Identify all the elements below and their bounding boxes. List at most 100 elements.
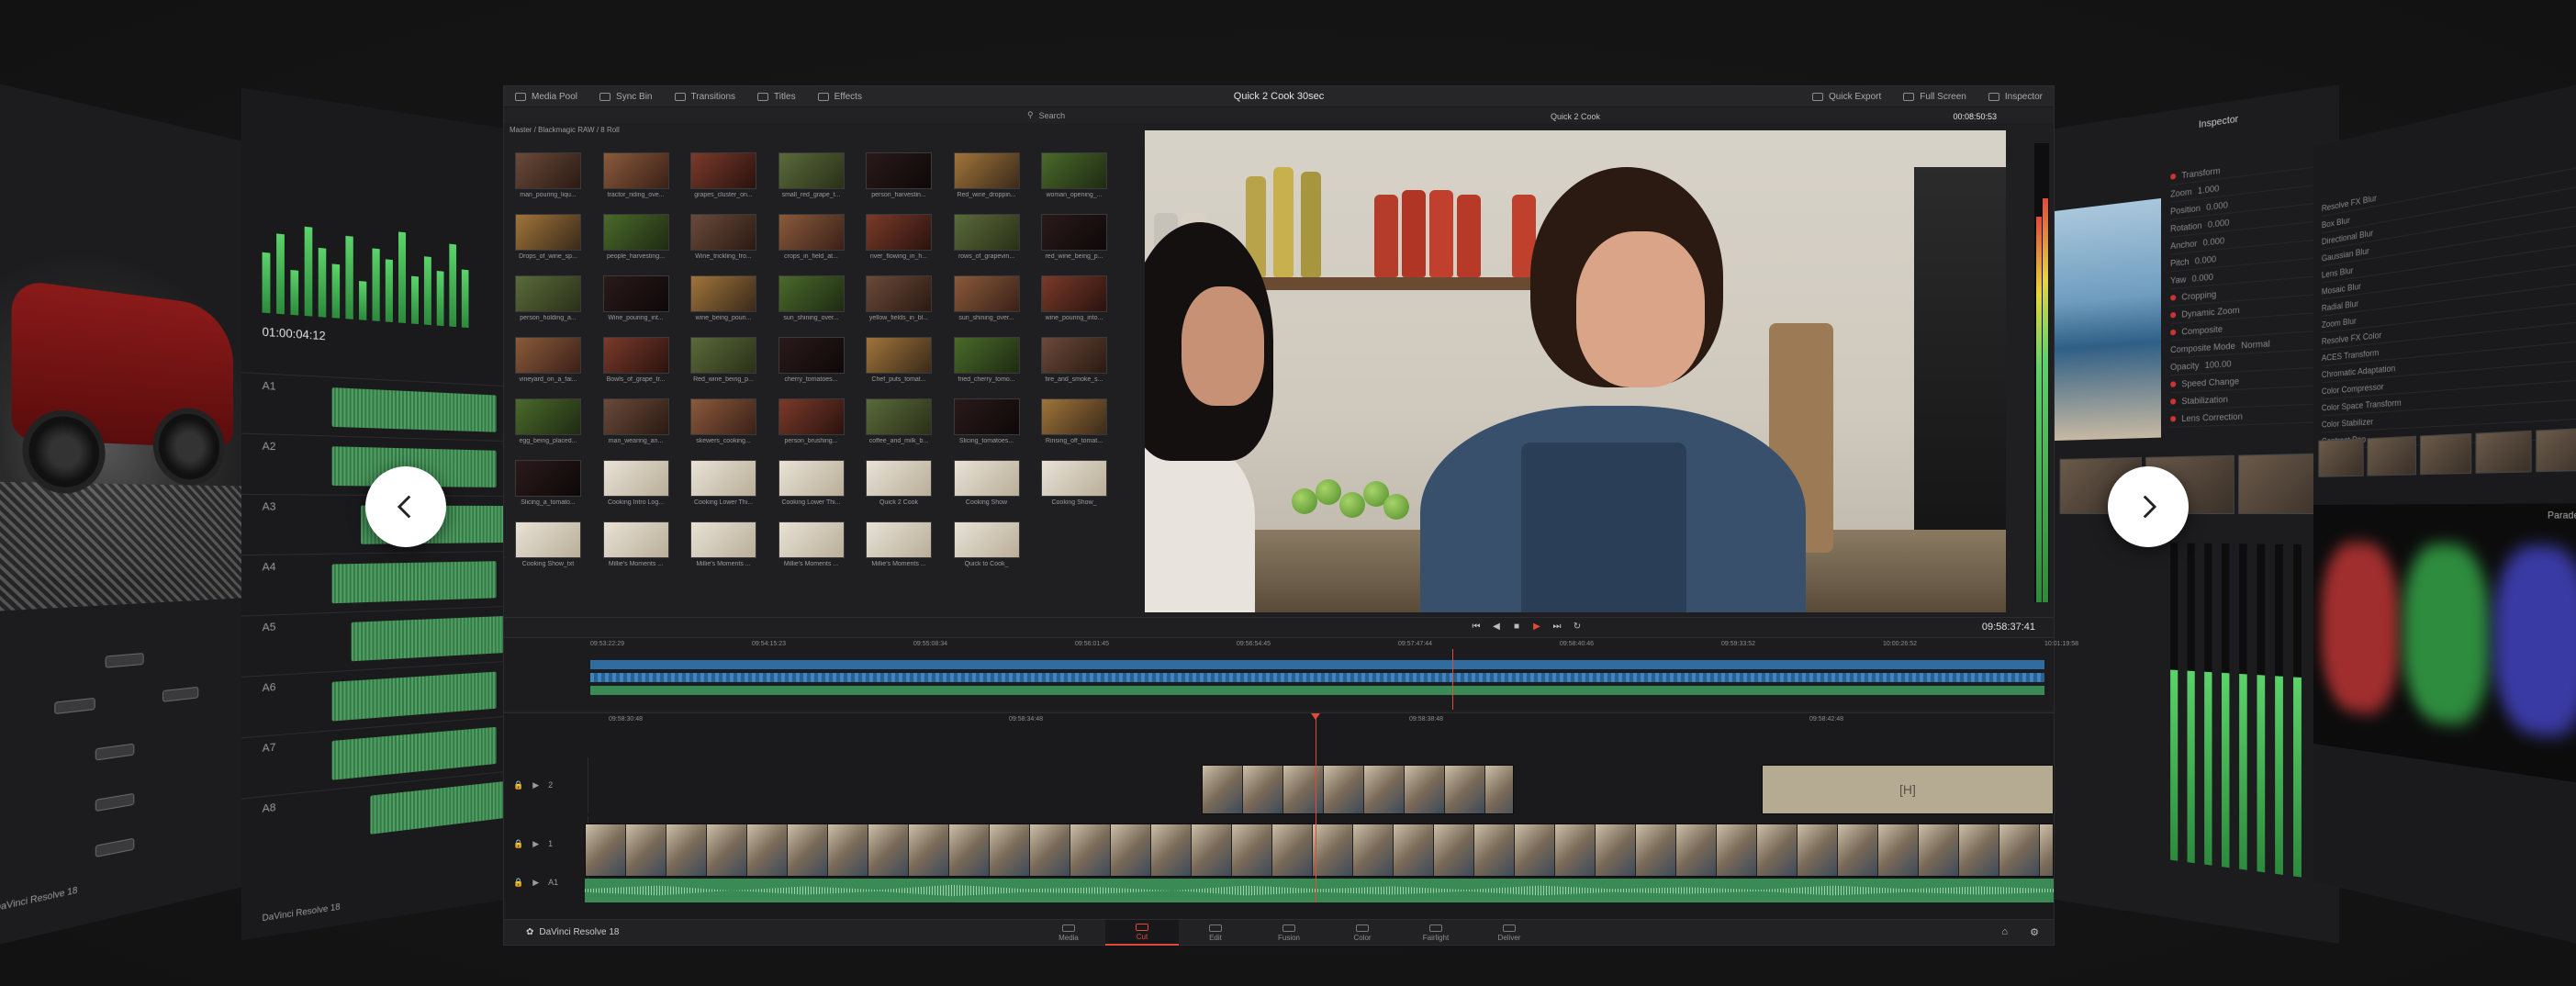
audio-icon[interactable]: ▶ — [532, 839, 539, 849]
fusion-node[interactable] — [95, 838, 135, 857]
audio-track[interactable]: A1 — [241, 372, 505, 441]
media-pool-clip[interactable]: Red_wine_droppin... — [954, 152, 1020, 198]
home-icon[interactable]: ⌂ — [2001, 926, 2008, 937]
title-clip-v2[interactable]: [H] — [1762, 765, 2054, 814]
media-pool-clip[interactable]: Rinsing_off_tomat... — [1041, 398, 1107, 444]
node-graph[interactable] — [22, 627, 233, 897]
media-pool-clip[interactable]: people_harvesting... — [603, 214, 669, 260]
fullscreen-button[interactable]: Full Screen — [1892, 86, 1977, 106]
reverse-play-button[interactable]: ◀ — [1490, 621, 1503, 633]
media-pool-clip[interactable]: person_harvestin... — [866, 152, 932, 198]
media-pool-clip[interactable]: person_brushing... — [778, 398, 845, 444]
media-pool-clip[interactable]: Slicing_a_tomato... — [515, 460, 581, 506]
page-tab-edit[interactable]: Edit — [1179, 920, 1252, 946]
media-pool-clip[interactable]: Quick to Cook_ — [954, 521, 1020, 567]
media-pool-clip[interactable]: Cooking Intro Log... — [603, 460, 669, 506]
go-to-start-button[interactable]: ⏮ — [1470, 621, 1483, 633]
fusion-node[interactable] — [54, 698, 95, 714]
page-tab-media[interactable]: Media — [1032, 920, 1105, 946]
fusion-node[interactable] — [106, 653, 144, 668]
next-slide-button[interactable] — [2108, 466, 2189, 547]
upper-timeline[interactable]: 09:53:22:29 09:54:15:23 09:55:08:34 09:56:0… — [504, 637, 2054, 711]
media-pool-clip[interactable]: cherry_tomatoes... — [778, 337, 845, 383]
page-tab-color[interactable]: Color — [1326, 920, 1399, 946]
media-pool-clip[interactable]: river_flowing_in_h... — [866, 214, 932, 260]
media-pool-clip[interactable]: coffee_and_milk_b... — [866, 398, 932, 444]
media-pool-clip[interactable]: fire_and_smoke_s... — [1041, 337, 1107, 383]
media-pool-clip[interactable]: Wine_trickling_fro... — [690, 214, 756, 260]
settings-gear-icon[interactable]: ⚙ — [2030, 926, 2039, 938]
track-header-v2[interactable]: 🔒 ▶ 2 — [504, 757, 588, 812]
media-pool-clip[interactable]: crops_in_field_at... — [778, 214, 845, 260]
upper-video-track-2[interactable] — [590, 660, 2044, 669]
media-pool-clip[interactable]: Chef_puts_tomat... — [866, 337, 932, 383]
media-pool-clip[interactable]: skewers_cooking... — [690, 398, 756, 444]
media-pool-clip[interactable]: Drops_of_wine_sp... — [515, 214, 581, 260]
media-pool-clip[interactable]: small_red_grape_t... — [778, 152, 845, 198]
media-pool-clip[interactable]: man_wearing_an... — [603, 398, 669, 444]
lower-timeline[interactable]: 09:58:30:48 09:58:34:48 09:58:38:48 09:58:4… — [504, 712, 2054, 919]
effects-button[interactable]: Effects — [807, 86, 873, 106]
media-pool-clip[interactable]: Bowls_of_grape_tr... — [603, 337, 669, 383]
export-button[interactable]: Quick Export — [1801, 86, 1892, 106]
upper-video-track-1[interactable] — [590, 673, 2044, 682]
inspector-button[interactable]: Inspector — [1977, 86, 2054, 106]
media-pool-clip[interactable]: Wine_pouring_int... — [603, 275, 669, 321]
media-pool-clip[interactable]: Quick 2 Cook — [866, 460, 932, 506]
audio-clip-a1[interactable] — [585, 879, 2054, 902]
sync-bin-button[interactable]: Sync Bin — [588, 86, 663, 106]
media-pool-clip[interactable]: Millie's Moments ... — [690, 521, 756, 567]
media-pool-clip[interactable]: rows_of_grapevin... — [954, 214, 1020, 260]
fusion-node[interactable] — [95, 744, 135, 761]
play-button[interactable]: ▶ — [1530, 621, 1543, 633]
media-pool-clip[interactable]: woman_opening_... — [1041, 152, 1107, 198]
effects-library-list[interactable]: Resolve FX Blur Box Blur Directional Blu… — [2322, 149, 2576, 450]
media-pool-clip[interactable]: egg_being_placed... — [515, 398, 581, 444]
media-pool-clip[interactable]: Millie's Moments ... — [778, 521, 845, 567]
stop-button[interactable]: ■ — [1510, 621, 1523, 633]
track-header-a1[interactable]: 🔒 ▶ A1 — [504, 871, 588, 893]
upper-audio-track[interactable] — [590, 686, 2044, 695]
video-clip-v2[interactable] — [1202, 765, 1514, 814]
audio-track[interactable]: A4 — [241, 551, 505, 616]
page-tab-fusion[interactable]: Fusion — [1252, 920, 1326, 946]
previous-slide-button[interactable] — [365, 466, 446, 547]
media-pool-clip[interactable]: Cooking Show_ — [1041, 460, 1107, 506]
media-pool-clip[interactable]: sun_shining_over... — [778, 275, 845, 321]
page-tab-deliver[interactable]: Deliver — [1473, 920, 1546, 946]
media-pool-clip[interactable]: Slicing_tomatoes... — [954, 398, 1020, 444]
fusion-node[interactable] — [162, 687, 198, 702]
media-pool-clip[interactable]: vineyard_on_a_fai... — [515, 337, 581, 383]
media-pool-clip[interactable]: Millie's Moments ... — [866, 521, 932, 567]
titles-button[interactable]: Titles — [746, 86, 807, 106]
lock-icon[interactable]: 🔒 — [513, 780, 523, 790]
media-pool-button[interactable]: Media Pool — [504, 86, 588, 106]
media-pool-clip[interactable]: man_pouring_liqu... — [515, 152, 581, 198]
loop-button[interactable]: ↻ — [1571, 621, 1584, 633]
media-pool-clip[interactable]: yellow_fields_in_bl... — [866, 275, 932, 321]
audio-icon[interactable]: ▶ — [532, 780, 539, 790]
fusion-node[interactable] — [95, 793, 135, 812]
media-pool-clip[interactable]: wine_pouring_into... — [1041, 275, 1107, 321]
go-to-end-button[interactable]: ⏭ — [1551, 621, 1563, 633]
media-pool-clip[interactable]: Cooking Lower Thi... — [690, 460, 756, 506]
transitions-button[interactable]: Transitions — [664, 86, 747, 106]
page-tab-fairlight[interactable]: Fairlight — [1399, 920, 1473, 946]
media-pool-clip[interactable]: wine_being_pouri... — [690, 275, 756, 321]
viewer-frame[interactable] — [1145, 130, 2006, 612]
media-pool-clip[interactable]: sun_shining_over... — [954, 275, 1020, 321]
media-pool-clip[interactable]: grapes_cluster_on... — [690, 152, 756, 198]
media-pool-clip[interactable]: person_holding_a... — [515, 275, 581, 321]
media-pool-clip[interactable]: Red_wine_being_p... — [690, 337, 756, 383]
page-tab-cut[interactable]: Cut — [1105, 920, 1179, 946]
media-pool-clip[interactable]: red_wine_being_p... — [1041, 214, 1107, 260]
lock-icon[interactable]: 🔒 — [513, 878, 523, 888]
media-pool-clip[interactable]: Millie's Moments ... — [603, 521, 669, 567]
video-clip-v1[interactable] — [585, 824, 2054, 877]
lock-icon[interactable]: 🔒 — [513, 839, 523, 849]
media-pool-clip[interactable]: tractor_riding_ove... — [603, 152, 669, 198]
track-header-v1[interactable]: 🔒 ▶ 1 — [504, 816, 588, 871]
search-box[interactable]: ⚲ Search — [1027, 110, 1065, 120]
media-pool-clip[interactable]: Cooking Show — [954, 460, 1020, 506]
audio-mixer[interactable] — [2161, 543, 2328, 880]
